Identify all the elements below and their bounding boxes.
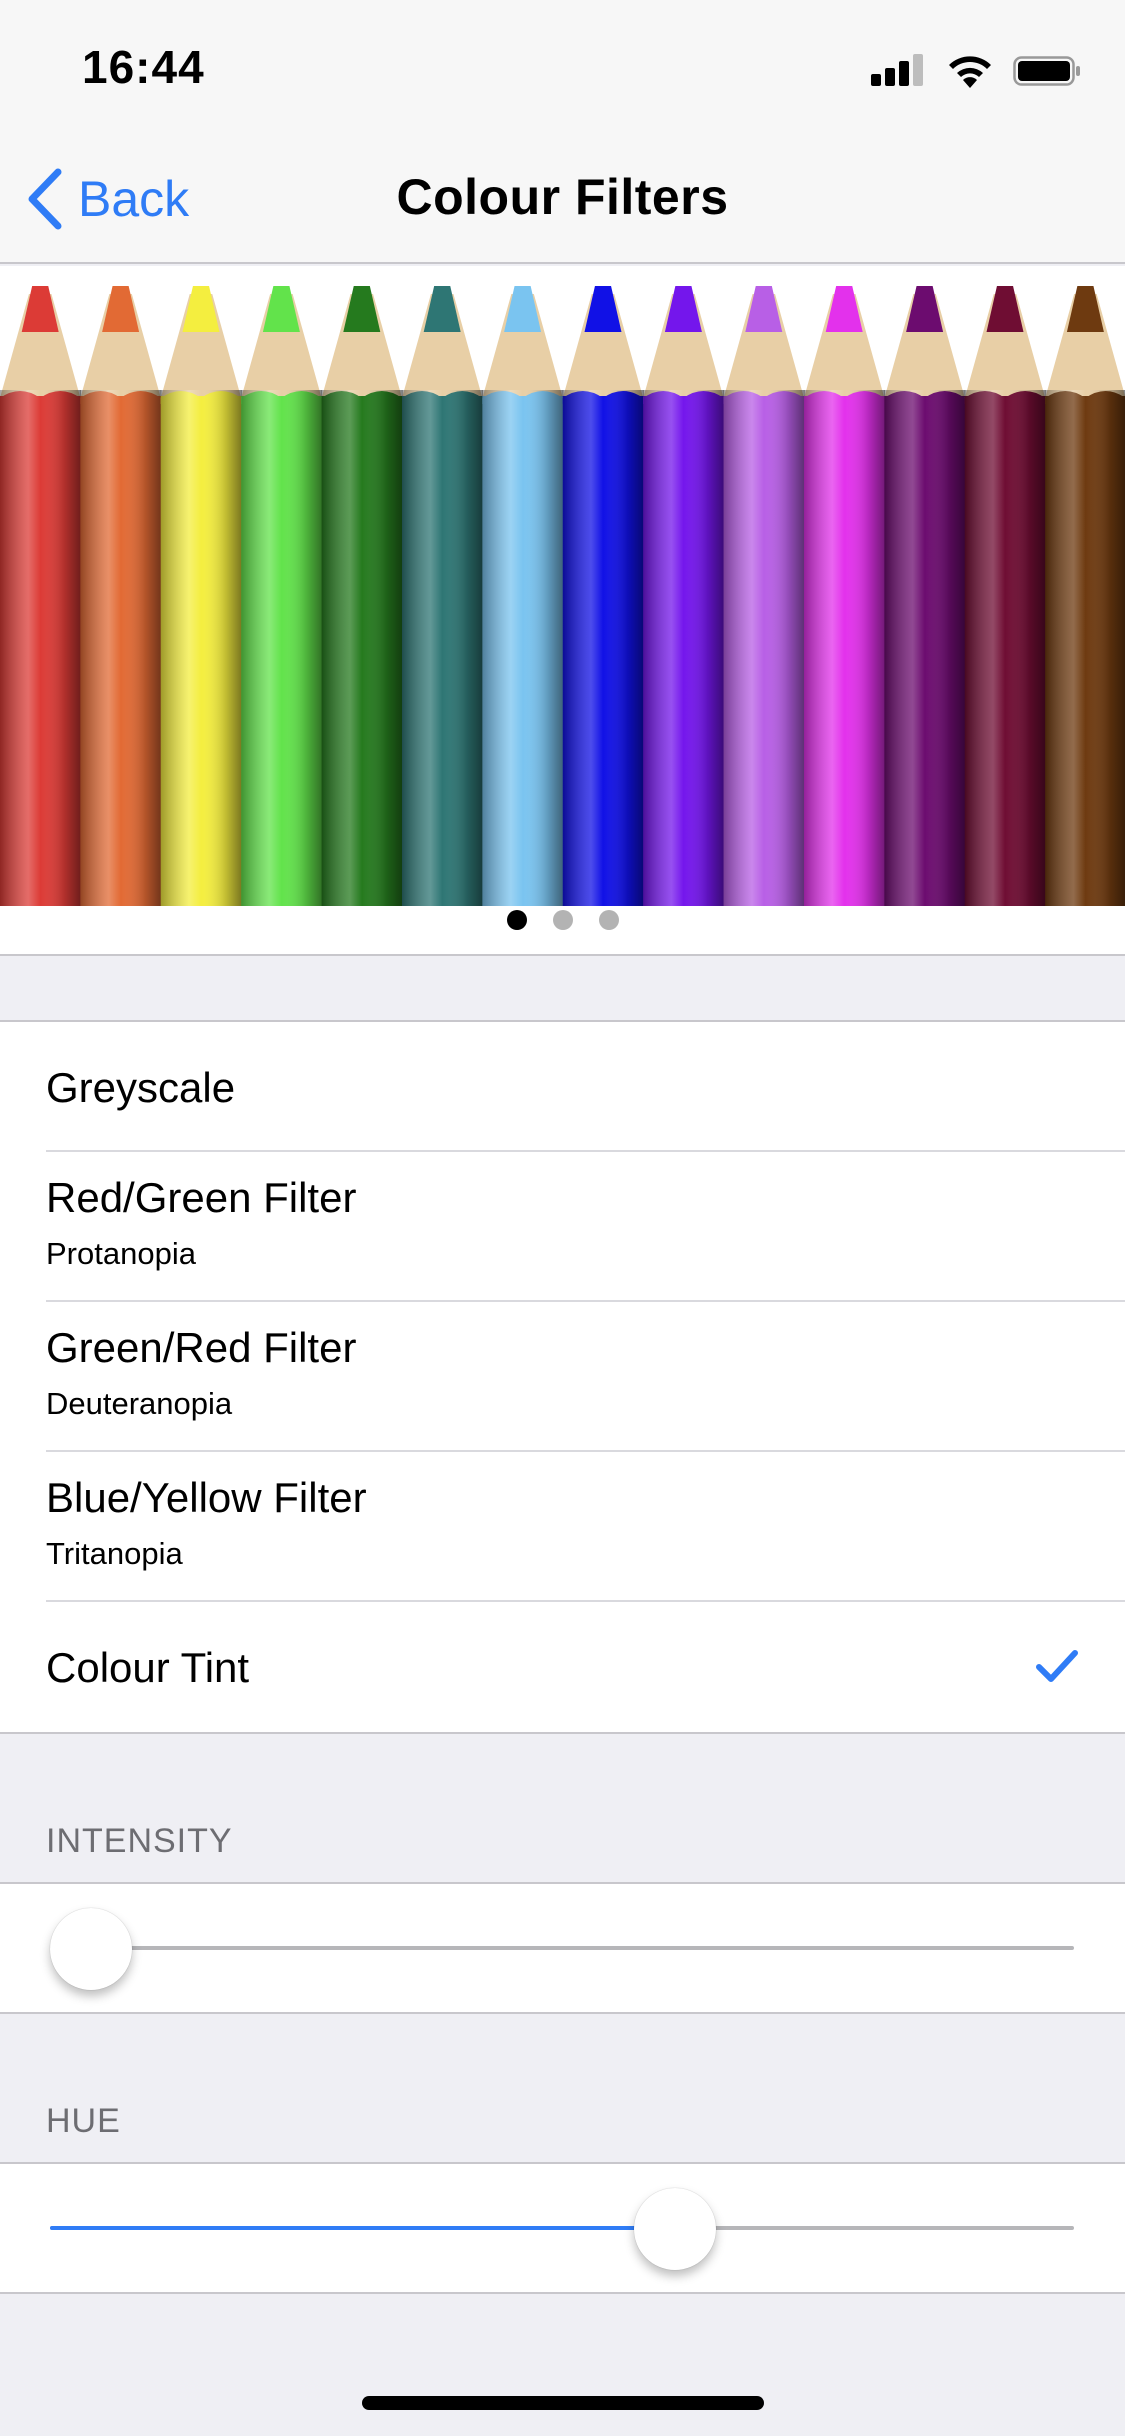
- intensity-header: INTENSITY: [46, 1822, 233, 1860]
- status-bar: 16:44: [0, 0, 1125, 132]
- filter-title: Red/Green Filter: [46, 1174, 357, 1221]
- page-dot[interactable]: [552, 910, 573, 930]
- page-title: Colour Filters: [396, 169, 729, 225]
- pencil: [964, 286, 1046, 906]
- filter-subtitle: Tritanopia: [46, 1536, 183, 1571]
- status-time: 16:44: [82, 41, 205, 93]
- cellular-signal-icon: [871, 50, 925, 90]
- filter-subtitle: Protanopia: [46, 1236, 196, 1271]
- hue-header: HUE: [46, 2102, 121, 2140]
- filter-title: Blue/Yellow Filter: [46, 1474, 367, 1521]
- status-icons: [871, 50, 1081, 90]
- hue-slider-thumb[interactable]: [633, 2188, 716, 2270]
- filter-title: Greyscale: [46, 1064, 236, 1111]
- pencil: [482, 286, 564, 906]
- hue-slider-fill: [50, 2226, 675, 2230]
- intensity-slider-thumb[interactable]: [50, 1908, 132, 1990]
- page-dot[interactable]: [506, 910, 527, 930]
- page-dot[interactable]: [598, 910, 619, 930]
- intensity-slider-track[interactable]: [50, 1946, 1074, 1950]
- checkmark-icon: [1036, 1650, 1078, 1682]
- filter-row[interactable]: Red/Green Filter Protanopia: [0, 1152, 1125, 1302]
- filter-row[interactable]: Blue/Yellow Filter Tritanopia: [0, 1452, 1125, 1602]
- pencil: [804, 286, 885, 906]
- filter-row[interactable]: Greyscale: [0, 1022, 1125, 1152]
- filter-title: Colour Tint: [46, 1644, 250, 1691]
- battery-icon: [1013, 56, 1080, 86]
- filter-title: Green/Red Filter: [46, 1324, 357, 1371]
- filter-list: Greyscale Red/Green Filter Protanopia Green…: [0, 1020, 1125, 1734]
- pencil: [643, 286, 725, 906]
- pencil: [884, 286, 966, 906]
- pencil: [80, 286, 162, 906]
- filter-row[interactable]: Colour Tint: [0, 1602, 1125, 1732]
- pencil: [160, 286, 242, 906]
- filter-subtitle: Deuteranopia: [46, 1386, 233, 1421]
- pencil: [0, 286, 81, 906]
- colour-preview[interactable]: [0, 266, 1125, 956]
- pencil: [241, 286, 323, 906]
- pencil: [723, 286, 805, 906]
- navigation-bar: Back Colour Filters: [0, 132, 1125, 264]
- pencils-image: [0, 286, 1125, 906]
- home-indicator[interactable]: [362, 2396, 764, 2410]
- pencil: [321, 286, 403, 906]
- filter-row[interactable]: Green/Red Filter Deuteranopia: [0, 1302, 1125, 1452]
- pencil: [562, 286, 644, 906]
- pencil: [1045, 286, 1125, 906]
- hue-slider-cell: [0, 2162, 1125, 2294]
- pencil: [402, 286, 483, 906]
- wifi-icon: [949, 56, 991, 88]
- intensity-slider-cell: [0, 1882, 1125, 2014]
- page-control[interactable]: [0, 910, 1125, 934]
